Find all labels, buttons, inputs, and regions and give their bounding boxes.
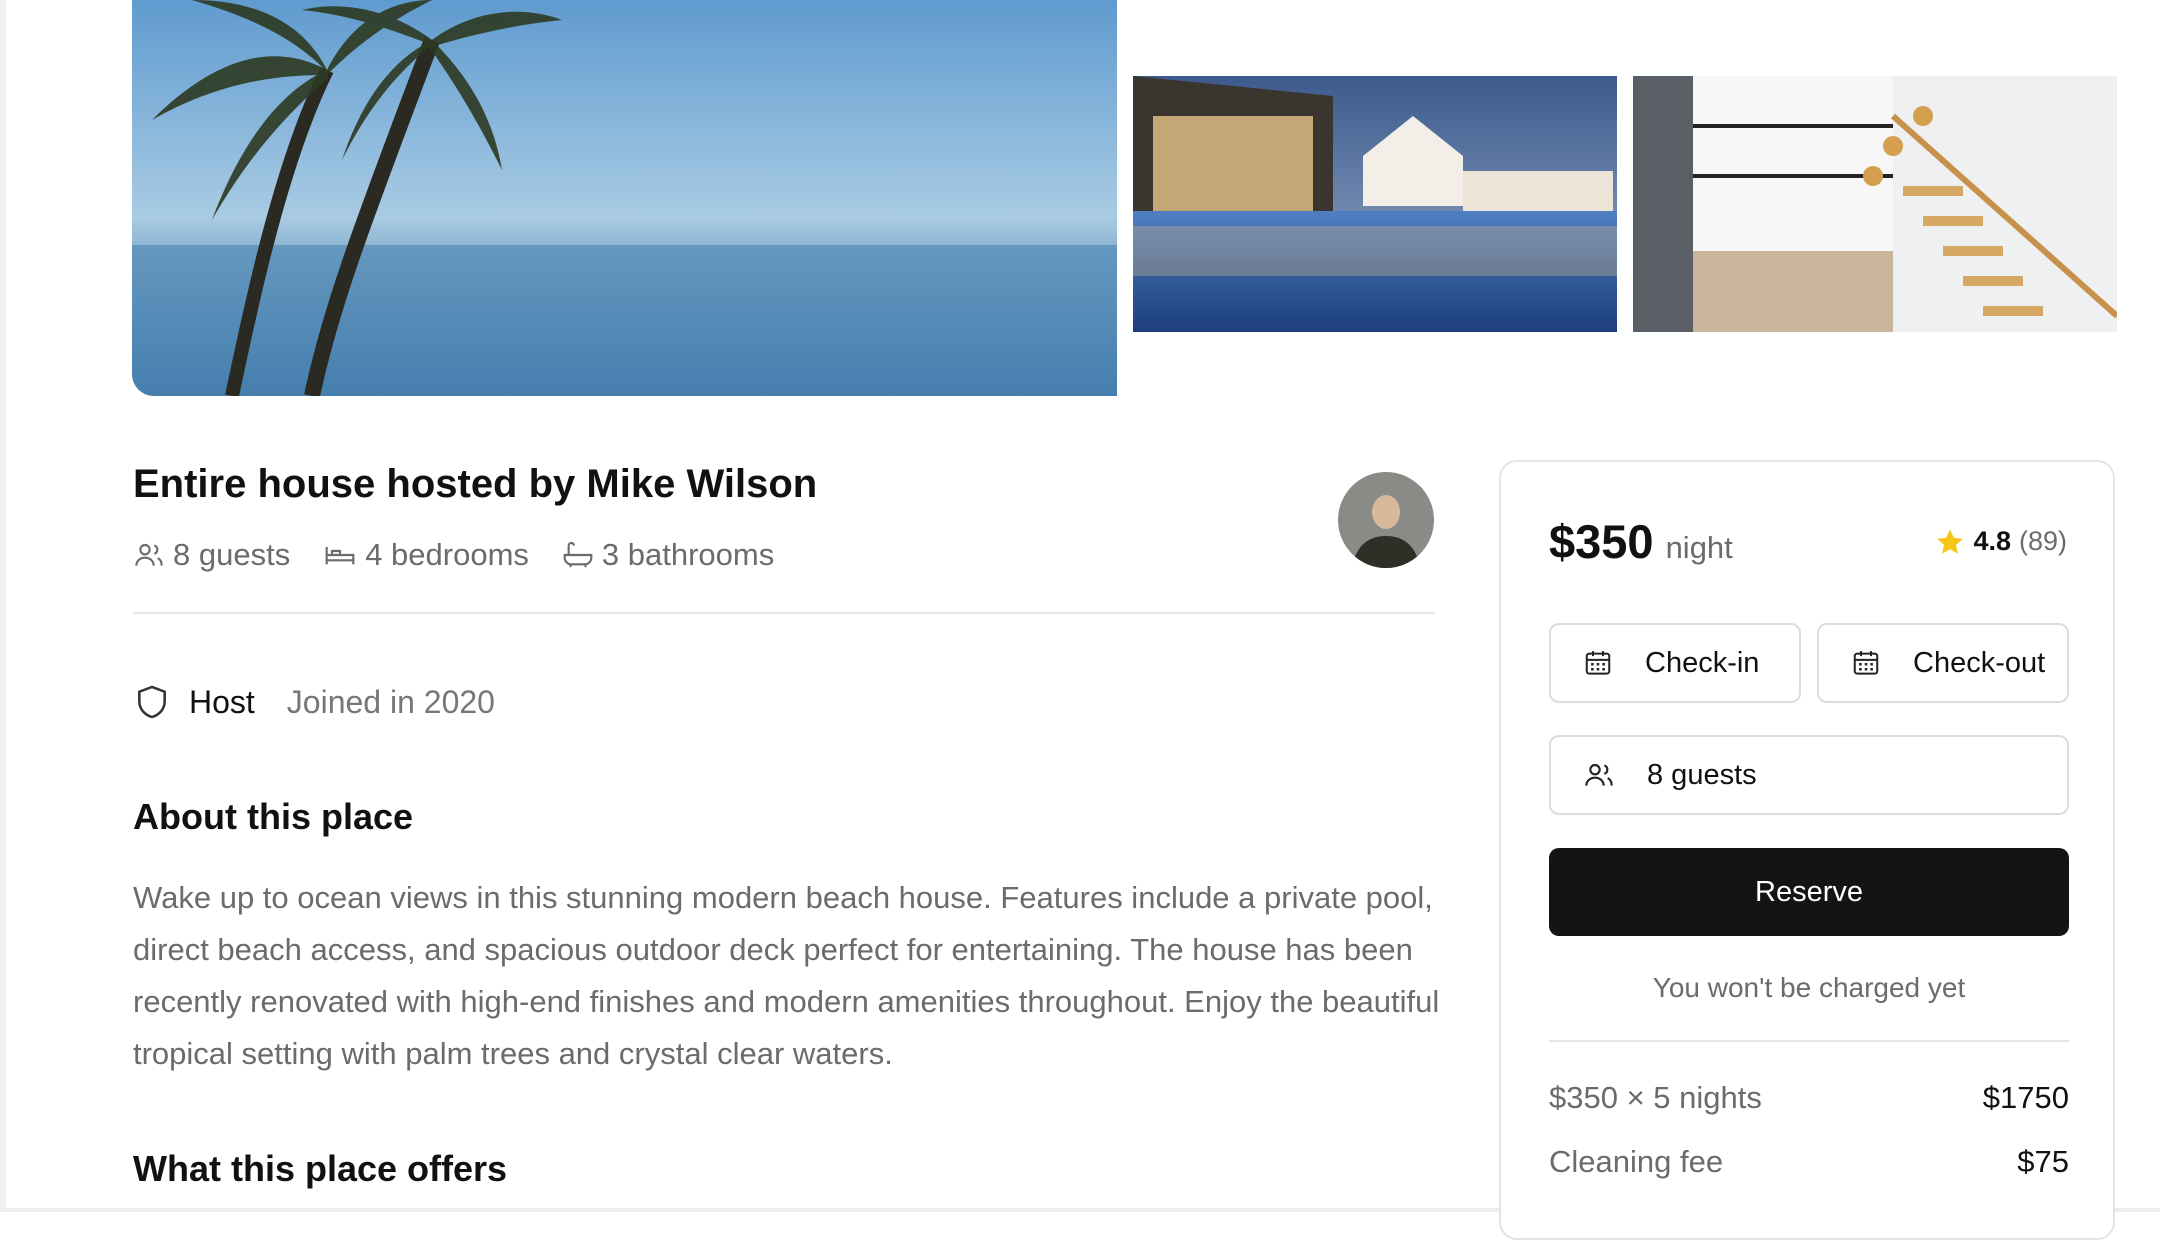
bath-icon (563, 542, 593, 568)
star-icon (1937, 529, 1964, 554)
section-divider (133, 612, 1435, 614)
about-description: Wake up to ocean views in this stunning … (133, 880, 1440, 1071)
bedrooms-stat: 4 bedrooms (323, 537, 529, 573)
checkin-label: Check-in (1645, 646, 1760, 679)
rating-score: 4.8 (1973, 526, 2011, 556)
shield-icon (138, 685, 166, 719)
bedrooms-count: 4 bedrooms (365, 537, 529, 572)
gallery-pool-photo[interactable] (1133, 76, 1617, 332)
host-avatar[interactable] (1338, 472, 1434, 568)
bathrooms-stat: 3 bathrooms (562, 537, 774, 573)
guests-selector[interactable]: 8 guests (1549, 735, 2069, 815)
offers-title: What this place offers (133, 1148, 508, 1189)
guests-count: 8 guests (173, 537, 291, 572)
about-title: About this place (133, 796, 414, 837)
host-joined: Joined in 2020 (286, 683, 495, 720)
calendar-icon (1853, 651, 1879, 675)
line-item-label: Cleaning fee (1549, 1144, 1724, 1179)
price-line-item: Cleaning fee $75 (1549, 1144, 2069, 1180)
line-item-value: $1750 (1982, 1080, 2069, 1115)
price-unit: night (1665, 530, 1733, 565)
listing-stats: 8 guests 4 bedrooms 3 bathrooms (133, 537, 807, 573)
checkout-label: Check-out (1913, 646, 2046, 679)
charge-note: You won't be charged yet (1652, 972, 1966, 1003)
host-info: Host Joined in 2020 (133, 682, 495, 722)
calendar-icon (1585, 651, 1611, 675)
line-item-label: $350 × 5 nights (1549, 1080, 1762, 1115)
card-divider (1549, 1040, 2069, 1042)
booking-card: $350 night 4.8 (89) Check-in Check-out 8… (1499, 460, 2115, 1240)
gallery-staircase-photo[interactable] (1633, 76, 2117, 332)
checkout-button[interactable]: Check-out (1817, 623, 2069, 703)
nightly-price: $350 night (1549, 514, 1733, 569)
host-label: Host (189, 683, 255, 720)
line-item-value: $75 (2017, 1144, 2069, 1179)
checkin-button[interactable]: Check-in (1549, 623, 1801, 703)
bed-icon (325, 547, 355, 565)
listing-title: Entire house hosted by Mike Wilson (133, 462, 818, 506)
price-amount: $350 (1549, 515, 1654, 568)
users-icon (1585, 763, 1613, 786)
reserve-button[interactable]: Reserve (1549, 848, 2069, 936)
review-count: (89) (2018, 526, 2067, 556)
rating: 4.8 (89) (1935, 526, 2067, 557)
window-left-edge (0, 0, 6, 1212)
bathrooms-count: 3 bathrooms (601, 537, 775, 572)
guests-label: 8 guests (1647, 758, 1757, 791)
guests-stat: 8 guests (133, 537, 290, 573)
price-line-item: $350 × 5 nights $1750 (1549, 1080, 2069, 1116)
gallery-main-photo[interactable] (132, 0, 1117, 396)
users-icon (135, 543, 163, 566)
